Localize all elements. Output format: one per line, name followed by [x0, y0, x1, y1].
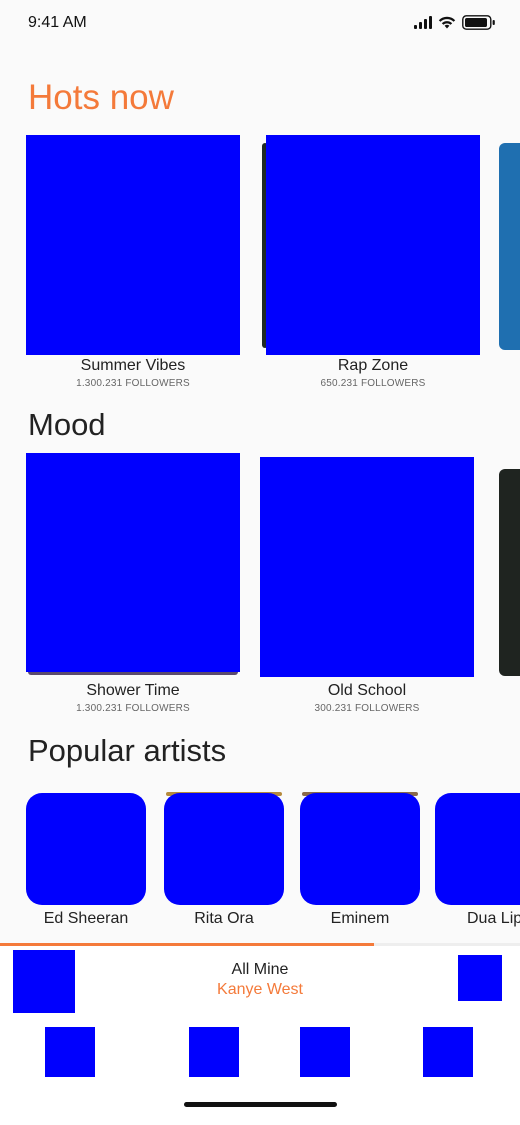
playlist-title: Shower Time	[86, 682, 180, 699]
artist-name: Rita Ora	[194, 910, 254, 927]
artist-photo	[435, 793, 520, 905]
library-icon[interactable]	[300, 1027, 350, 1077]
playlist-cover-image	[266, 135, 480, 355]
cellular-signal-icon	[414, 16, 432, 29]
search-icon[interactable]	[189, 1027, 239, 1077]
profile-icon[interactable]	[423, 1027, 473, 1077]
playlist-card-rap-zone[interactable]: Rap Zone 650.231 FOLLOWERS	[266, 135, 480, 395]
home-icon[interactable]	[45, 1027, 95, 1077]
playlist-followers: 650.231 FOLLOWERS	[320, 378, 426, 389]
status-time: 9:41 AM	[28, 14, 87, 31]
playlist-card-summer-vibes[interactable]: Summer Vibes 1.300.231 FOLLOWERS	[26, 135, 240, 395]
artist-name: Eminem	[330, 910, 390, 927]
now-playing-title: All Mine	[231, 961, 289, 978]
playlist-cover-image	[26, 453, 240, 672]
playlist-cover-image	[260, 457, 474, 677]
play-pause-button[interactable]	[458, 955, 502, 1001]
playlist-card-shower-time[interactable]: Shower Time 1.300.231 FOLLOWERS	[26, 453, 240, 721]
tab-bar	[0, 1016, 520, 1125]
playlist-title: Summer Vibes	[80, 357, 186, 374]
playlist-followers: 1.300.231 FOLLOWERS	[76, 703, 190, 714]
status-bar: 9:41 AM	[0, 0, 520, 48]
hots-now-title: Hots now	[28, 78, 174, 117]
playlist-followers: 1.300.231 FOLLOWERS	[76, 378, 190, 389]
now-playing-artist: Kanye West	[217, 981, 303, 998]
artist-photo	[300, 793, 420, 905]
playlist-cover-image	[26, 135, 240, 355]
artist-name: Dua Lipa	[467, 910, 520, 927]
playlist-title: Rap Zone	[337, 357, 409, 374]
playlist-card-partial[interactable]	[499, 143, 520, 350]
home-indicator	[184, 1102, 337, 1107]
mood-title: Mood	[28, 407, 106, 442]
playlist-card-partial[interactable]	[499, 469, 520, 676]
artist-photo	[26, 793, 146, 905]
artist-photo	[164, 793, 284, 905]
artist-name: Ed Sheeran	[43, 910, 129, 927]
screen: 9:41 AM Hots now Summer Vibes 1.300.231 …	[0, 0, 520, 1125]
popular-artists-title: Popular artists	[28, 733, 227, 768]
now-playing-bar[interactable]: All Mine Kanye West	[0, 946, 520, 1016]
status-icons	[414, 15, 496, 30]
playlist-card-old-school[interactable]: Old School 300.231 FOLLOWERS	[260, 457, 474, 721]
wifi-icon	[438, 16, 456, 29]
battery-icon	[462, 15, 496, 30]
playlist-title: Old School	[327, 682, 407, 699]
playlist-followers: 300.231 FOLLOWERS	[314, 703, 420, 714]
